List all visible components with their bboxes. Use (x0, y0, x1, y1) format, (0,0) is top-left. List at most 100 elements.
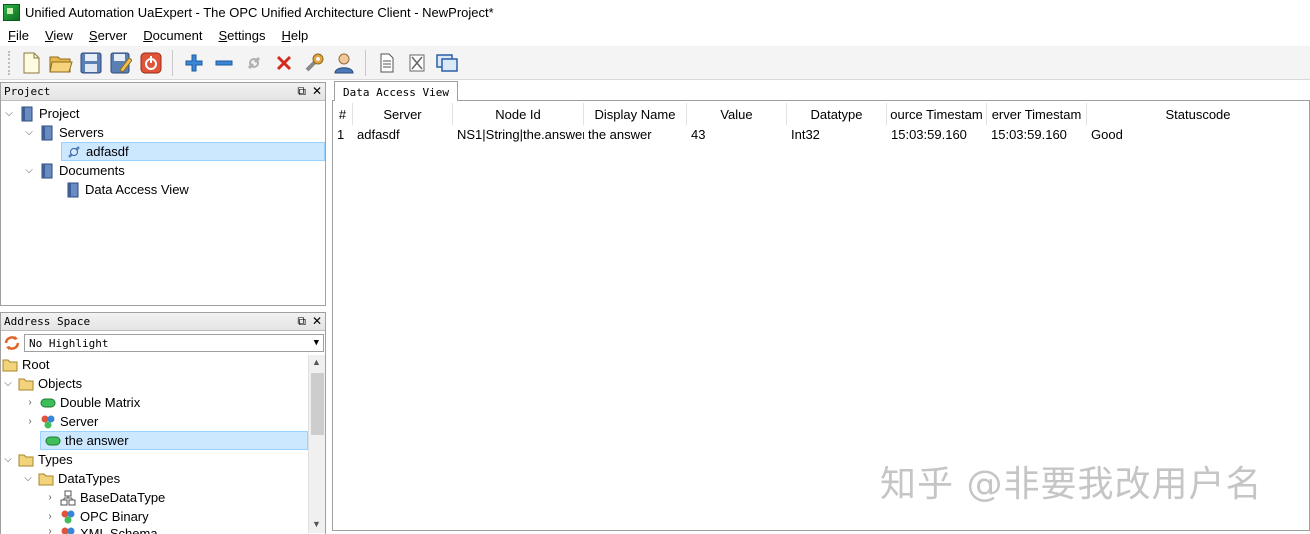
highlight-select-value: No Highlight (29, 336, 109, 350)
tab-data-access-view[interactable]: Data Access View (334, 81, 458, 102)
cell-server: adfasdf (357, 126, 400, 142)
column-header-value[interactable]: Value (687, 103, 787, 125)
tree-item-double-matrix[interactable]: › Double Matrix (24, 393, 140, 412)
settings-wrench-icon[interactable] (301, 50, 327, 76)
cell-node-id: NS1|String|the.answer (457, 126, 584, 142)
tree-item-root[interactable]: Root (2, 355, 49, 374)
column-header-server-timestamp[interactable]: erver Timestam (987, 103, 1087, 125)
save-as-icon[interactable] (108, 50, 134, 76)
variable-icon (40, 395, 56, 411)
disconnect-icon[interactable] (271, 50, 297, 76)
object-icon (60, 526, 76, 534)
server-plug-icon (66, 144, 82, 160)
project-panel-header: Project ⧉ ✕ (1, 83, 325, 101)
scroll-up-icon[interactable]: ▲ (312, 357, 321, 367)
book-icon (19, 106, 35, 122)
float-icon[interactable]: ⧉ (297, 314, 306, 329)
open-project-icon[interactable] (48, 50, 74, 76)
tree-item-data-access-view[interactable]: Data Access View (61, 180, 189, 199)
folder-icon (38, 471, 54, 487)
chevron-right-icon[interactable]: › (24, 416, 36, 427)
table-row[interactable]: 1 adfasdf NS1|String|the.answer the answ… (333, 125, 1309, 143)
dropdown-arrow-icon[interactable]: ▼ (314, 338, 319, 348)
menu-settings[interactable]: Settings (210, 28, 273, 43)
column-header-node-id[interactable]: Node Id (453, 103, 584, 125)
column-header-datatype[interactable]: Datatype (787, 103, 887, 125)
tree-item-objects[interactable]: ⌵ Objects (2, 374, 82, 393)
cell-statuscode: Good (1091, 126, 1123, 142)
variable-icon (45, 433, 61, 449)
chevron-down-icon[interactable]: ⌵ (23, 165, 35, 176)
menu-document[interactable]: Document (135, 28, 210, 43)
new-project-icon[interactable] (18, 50, 44, 76)
document-icon[interactable] (374, 50, 400, 76)
column-header-index[interactable]: # (333, 103, 353, 125)
chevron-down-icon[interactable]: ⌵ (2, 454, 14, 465)
save-project-icon[interactable] (78, 50, 104, 76)
toolbar-grip[interactable] (8, 50, 12, 75)
chevron-right-icon[interactable]: › (44, 492, 56, 503)
user-icon[interactable] (331, 50, 357, 76)
cell-source-timestamp: 15:03:59.160 (891, 126, 967, 142)
scroll-down-icon[interactable]: ▼ (312, 519, 321, 529)
chevron-right-icon[interactable]: › (24, 397, 36, 408)
window-title: Unified Automation UaExpert - The OPC Un… (25, 4, 494, 20)
folder-icon (18, 452, 34, 468)
menu-file[interactable]: File (0, 28, 37, 43)
chevron-down-icon[interactable]: ⌵ (2, 378, 14, 389)
menu-server[interactable]: Server (81, 28, 135, 43)
tree-item-opc-binary[interactable]: › OPC Binary (44, 507, 148, 526)
power-icon[interactable] (138, 50, 164, 76)
address-panel-title: Address Space (4, 315, 91, 328)
window-icon[interactable] (434, 50, 460, 76)
tree-item-server[interactable]: › Server (24, 412, 98, 431)
cell-display-name: the answer (588, 126, 652, 142)
chevron-down-icon[interactable]: ⌵ (3, 108, 15, 119)
address-scrollbar[interactable]: ▲ ▼ (308, 355, 325, 533)
close-icon[interactable]: ✕ (312, 84, 322, 99)
project-panel: Project ⧉ ✕ ⌵ Project ⌵ Servers adfasdf … (0, 82, 326, 306)
connect-icon[interactable] (241, 50, 267, 76)
chevron-right-icon[interactable]: › (44, 511, 56, 522)
toolbar-separator (172, 49, 173, 76)
highlight-select[interactable]: No Highlight ▼ (24, 334, 324, 352)
document-tabbar: Data Access View (332, 80, 1310, 102)
column-header-server[interactable]: Server (353, 103, 453, 125)
tree-item-base-datatype[interactable]: › BaseDataType (44, 488, 165, 507)
project-panel-title: Project (4, 85, 51, 98)
chevron-down-icon[interactable]: ⌵ (22, 473, 34, 484)
book-icon (39, 163, 55, 179)
watermark: 知乎 @非要我改用户名 (880, 464, 1263, 505)
menu-view[interactable]: View (37, 28, 81, 43)
close-icon[interactable]: ✕ (312, 314, 322, 329)
cell-server-timestamp: 15:03:59.160 (991, 126, 1067, 142)
address-panel-header: Address Space ⧉ ✕ (1, 313, 325, 331)
scrollbar-thumb[interactable] (311, 373, 324, 435)
tree-item-types[interactable]: ⌵ Types (2, 450, 72, 469)
column-header-display-name[interactable]: Display Name (584, 103, 687, 125)
menu-help[interactable]: Help (273, 28, 316, 43)
column-header-source-timestamp[interactable]: ource Timestam (887, 103, 987, 125)
refresh-icon[interactable] (2, 334, 22, 352)
chevron-down-icon[interactable]: ⌵ (23, 127, 35, 138)
book-icon (39, 125, 55, 141)
datatype-icon (60, 490, 76, 506)
float-icon[interactable]: ⧉ (297, 84, 306, 99)
object-icon (40, 414, 56, 430)
chevron-right-icon[interactable]: › (44, 526, 56, 534)
tree-item-documents[interactable]: ⌵ Documents (23, 161, 125, 180)
toolbar (0, 46, 1310, 80)
tree-item-servers[interactable]: ⌵ Servers (23, 123, 104, 142)
object-icon (60, 509, 76, 525)
remove-server-icon[interactable] (211, 50, 237, 76)
tree-item-xml-schema[interactable]: › XML Schema (44, 526, 158, 534)
tree-item-project[interactable]: ⌵ Project (3, 104, 79, 123)
column-header-statuscode[interactable]: Statuscode (1087, 103, 1309, 125)
delete-document-icon[interactable] (404, 50, 430, 76)
folder-icon (18, 376, 34, 392)
tree-item-server-adfasdf[interactable]: adfasdf (61, 142, 325, 161)
add-server-icon[interactable] (181, 50, 207, 76)
tree-item-the-answer[interactable]: the answer (40, 431, 308, 450)
tree-item-datatypes[interactable]: ⌵ DataTypes (22, 469, 120, 488)
grid-header: # Server Node Id Display Name Value Data… (333, 103, 1309, 125)
